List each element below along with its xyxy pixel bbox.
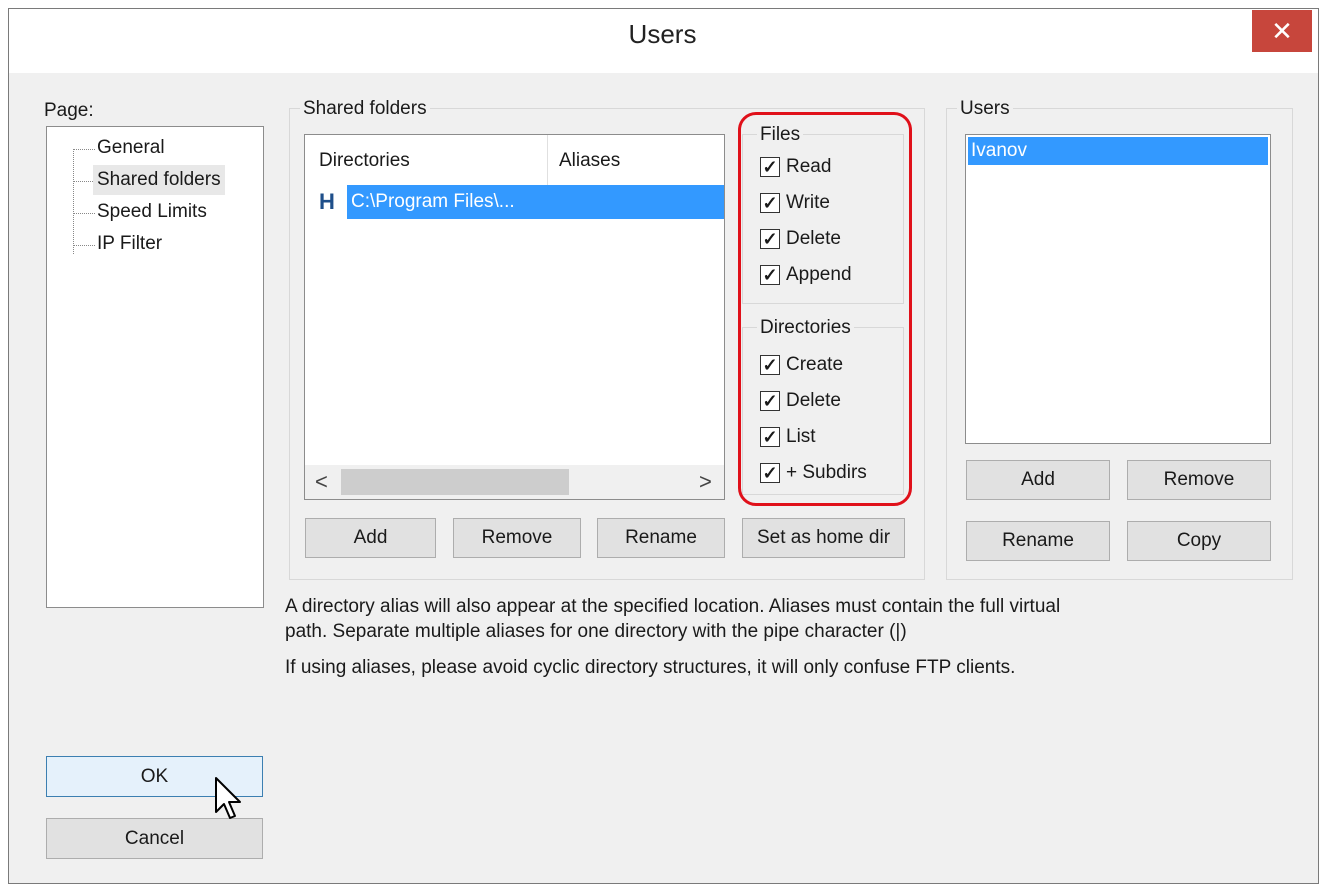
tree-branch-line: [73, 181, 95, 182]
tree-item-ip-filter[interactable]: IP Filter: [93, 229, 166, 259]
column-separator[interactable]: [547, 135, 548, 185]
page-tree[interactable]: General Shared folders Speed Limits IP F…: [46, 126, 264, 608]
copy-user-button[interactable]: Copy: [1127, 521, 1271, 561]
cancel-button[interactable]: Cancel: [46, 818, 263, 859]
window-title: Users: [628, 19, 697, 49]
mouse-pointer-icon: [215, 777, 241, 819]
tree-branch-line: [73, 245, 95, 246]
scroll-left-icon[interactable]: <: [315, 468, 328, 496]
tree-item-shared-folders[interactable]: Shared folders: [93, 165, 225, 195]
highlight-annotation: [738, 112, 912, 506]
tree-branch-line: [73, 149, 95, 150]
tree-branch-line: [73, 213, 95, 214]
shared-folders-group-label: Shared folders: [300, 98, 430, 120]
remove-user-button[interactable]: Remove: [1127, 460, 1271, 500]
horizontal-scrollbar[interactable]: < >: [305, 465, 724, 499]
column-aliases[interactable]: Aliases: [559, 149, 620, 173]
alias-info-line2: path. Separate multiple aliases for one …: [285, 621, 907, 642]
remove-directory-button[interactable]: Remove: [453, 518, 581, 558]
add-user-button[interactable]: Add: [966, 460, 1110, 500]
scrollbar-thumb[interactable]: [341, 469, 569, 495]
rename-user-button[interactable]: Rename: [966, 521, 1110, 561]
table-row[interactable]: C:\Program Files\...: [347, 185, 724, 219]
column-directories[interactable]: Directories: [319, 149, 410, 173]
list-item[interactable]: Ivanov: [968, 137, 1268, 165]
directory-path: C:\Program Files\...: [351, 191, 515, 212]
scroll-right-icon[interactable]: >: [699, 468, 712, 496]
set-home-dir-button[interactable]: Set as home dir: [742, 518, 905, 558]
home-dir-marker: H: [319, 189, 335, 214]
tree-connector-line: [73, 149, 74, 254]
directories-list[interactable]: Directories Aliases H C:\Program Files\.…: [304, 134, 725, 500]
page-label: Page:: [44, 100, 94, 121]
add-directory-button[interactable]: Add: [305, 518, 436, 558]
users-group-label: Users: [957, 98, 1013, 120]
close-icon: ✕: [1271, 16, 1293, 46]
tree-item-speed-limits[interactable]: Speed Limits: [93, 197, 211, 227]
users-list[interactable]: Ivanov: [965, 134, 1271, 444]
tree-item-general[interactable]: General: [93, 133, 169, 163]
alias-info-line1: A directory alias will also appear at th…: [285, 596, 1061, 617]
alias-info-line3: If using aliases, please avoid cyclic di…: [285, 657, 1016, 678]
rename-directory-button[interactable]: Rename: [597, 518, 725, 558]
close-button[interactable]: ✕: [1252, 10, 1312, 52]
